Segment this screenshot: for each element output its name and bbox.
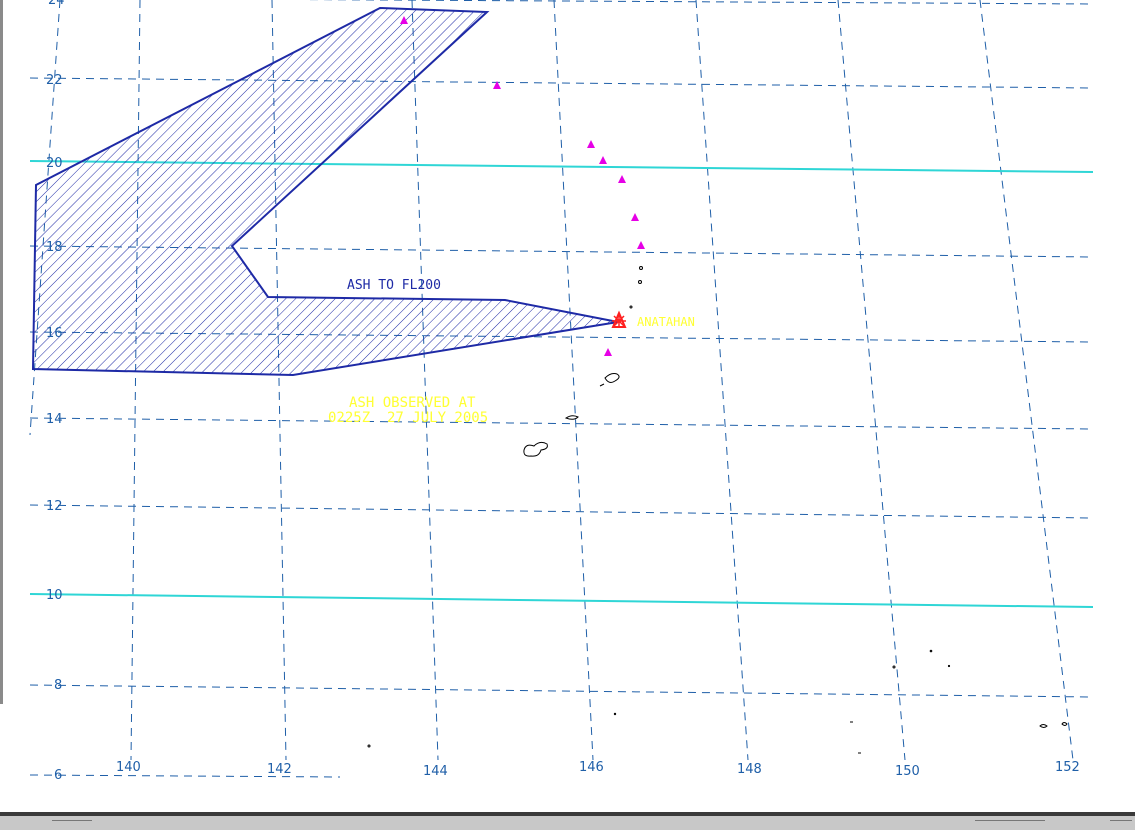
ash-level-label: ASH TO FL200 bbox=[347, 278, 441, 293]
triangle-icon bbox=[618, 175, 626, 183]
latitude-gridline bbox=[29, 77, 1094, 89]
longitude-gridline bbox=[130, 0, 141, 761]
latitude-gridline bbox=[29, 684, 1094, 698]
longitude-gridline bbox=[553, 0, 594, 761]
volcanic-ash-advisory-map: ANATAHAN ASH TO FL200 ASH OBSERVED AT 02… bbox=[29, 0, 1094, 783]
longitude-gridline bbox=[411, 0, 439, 761]
latitude-label: 6 bbox=[54, 768, 62, 783]
island-shape bbox=[1039, 724, 1048, 728]
ash-observed-label-line1: ASH OBSERVED AT bbox=[349, 395, 476, 411]
longitude-gridline bbox=[837, 0, 906, 761]
latitude-gridline bbox=[29, 417, 1094, 430]
longitude-gridline bbox=[979, 0, 1074, 761]
ash-cloud-polygon bbox=[31, 6, 619, 377]
latitude-gridline bbox=[295, 0, 1094, 5]
latitude-label: 10 bbox=[46, 588, 63, 603]
island-shape bbox=[604, 373, 620, 383]
latitude-gridline bbox=[29, 504, 1094, 519]
island-shape bbox=[523, 441, 548, 457]
longitude-label: 148 bbox=[737, 762, 762, 777]
longitude-label: 140 bbox=[116, 760, 141, 775]
island-shape bbox=[599, 383, 605, 387]
longitude-gridline bbox=[695, 0, 749, 761]
island-shape bbox=[367, 744, 371, 748]
highlighted-latitude-line bbox=[29, 593, 1094, 608]
island-shape bbox=[638, 280, 642, 284]
longitude-label: 142 bbox=[267, 762, 292, 777]
latitude-label: 14 bbox=[46, 412, 63, 427]
latitude-labels: 24 22 20 18 16 14 12 10 8 6 bbox=[46, 0, 65, 783]
latitude-label: 8 bbox=[54, 678, 62, 693]
island-shape bbox=[947, 664, 951, 668]
window-bottom-bar bbox=[0, 812, 1135, 830]
star-icon bbox=[612, 314, 626, 328]
island-shape bbox=[892, 665, 896, 669]
island-shape bbox=[629, 305, 633, 309]
latitude-label: 20 bbox=[46, 156, 63, 171]
bar-segment bbox=[1110, 820, 1132, 829]
triangle-icon bbox=[599, 156, 607, 164]
latitude-label: 12 bbox=[46, 499, 63, 514]
island-shape bbox=[1061, 722, 1068, 726]
triangle-icon bbox=[637, 241, 645, 249]
latitude-label: 22 bbox=[46, 73, 63, 88]
latitude-label: 16 bbox=[46, 326, 63, 341]
longitude-label: 144 bbox=[423, 764, 448, 779]
island-shape bbox=[613, 712, 617, 716]
triangle-icon bbox=[604, 348, 612, 356]
triangle-icon bbox=[587, 140, 595, 148]
longitude-label: 146 bbox=[579, 760, 604, 775]
longitude-label: 152 bbox=[1055, 760, 1080, 775]
ash-observed-label-line2: 0225Z 27 JULY 2005 bbox=[328, 410, 488, 426]
bar-segment bbox=[975, 820, 1045, 829]
triangle-icon bbox=[631, 213, 639, 221]
active-volcano bbox=[611, 310, 627, 328]
latitude-label: 18 bbox=[46, 240, 63, 255]
volcano-name-label: ANATAHAN bbox=[637, 315, 695, 329]
island-shape bbox=[639, 266, 643, 270]
bar-segment bbox=[52, 820, 92, 829]
latitude-label: 24 bbox=[48, 0, 65, 8]
latitude-gridline bbox=[29, 774, 341, 778]
island-shape bbox=[564, 415, 579, 420]
island-shape bbox=[929, 649, 933, 653]
window-left-edge bbox=[0, 0, 3, 704]
longitude-label: 150 bbox=[895, 764, 920, 779]
